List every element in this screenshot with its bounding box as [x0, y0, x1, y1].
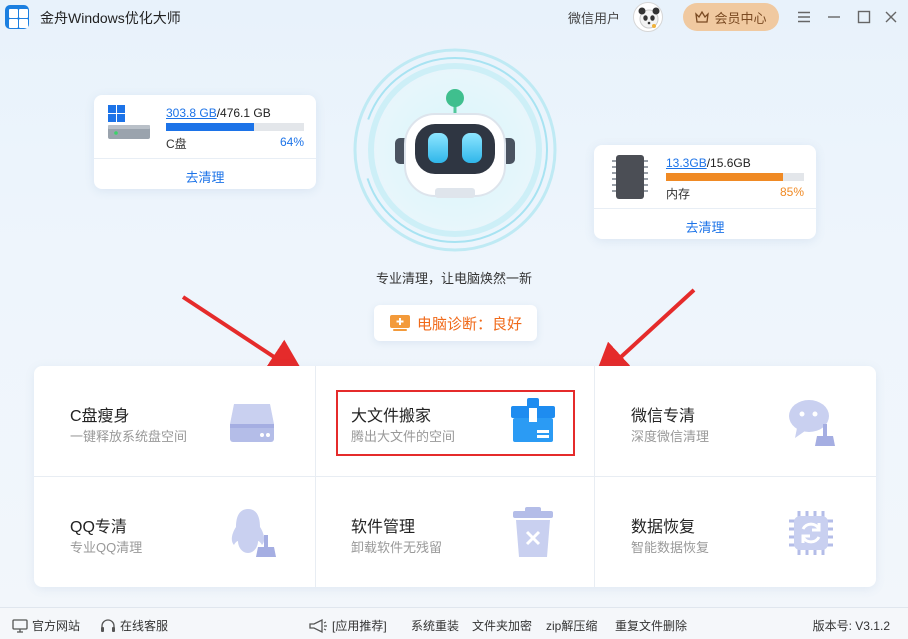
- tool-title: C盘瘦身: [70, 408, 130, 425]
- app-recommend-label: [应用推荐]: [332, 619, 387, 633]
- monitor-icon: [12, 618, 28, 633]
- footer-link-zip[interactable]: zip解压缩: [546, 617, 597, 634]
- tool-subtitle: 卸载软件无残留: [351, 540, 443, 555]
- online-service-label: 在线客服: [120, 619, 169, 633]
- tool-subtitle: 深度微信清理: [631, 429, 710, 444]
- online-service-link[interactable]: 在线客服: [100, 617, 168, 634]
- wechat-clean-icon: [789, 400, 835, 446]
- tool-subtitle: 专业QQ清理: [70, 540, 143, 555]
- disk-icon: [230, 404, 274, 442]
- tool-title: 大文件搬家: [351, 408, 432, 425]
- footer-link-duplicate[interactable]: 重复文件删除: [615, 617, 687, 634]
- tool-title: 软件管理: [351, 519, 416, 536]
- megaphone-icon: [309, 618, 327, 633]
- footer-link-folder-encrypt[interactable]: 文件夹加密: [472, 617, 532, 634]
- tool-title: 微信专清: [631, 408, 696, 425]
- tools-grid: C盘瘦身 一键释放系统盘空间 大文件搬家 腾出大文件的空间 微信专清 深度微信清…: [34, 366, 876, 587]
- tool-title: QQ专清: [70, 519, 127, 536]
- tool-large-file-move[interactable]: 大文件搬家 腾出大文件的空间: [315, 366, 595, 476]
- footer-bar: 官方网站 在线客服 [应用推荐] 系统重装 文件夹加密 zip解压缩 重复文件删…: [0, 607, 908, 639]
- version-text: 版本号: V3.1.2: [812, 619, 890, 633]
- red-arrow-right: [592, 288, 696, 384]
- app-recommend[interactable]: [应用推荐]: [308, 617, 387, 634]
- tool-subtitle: 腾出大文件的空间: [351, 429, 456, 444]
- footer-link-reinstall[interactable]: 系统重装: [411, 617, 459, 634]
- tool-subtitle: 一键释放系统盘空间: [70, 429, 188, 444]
- tool-subtitle: 智能数据恢复: [631, 540, 710, 555]
- tool-title: 数据恢复: [631, 519, 696, 536]
- tool-c-drive-slim[interactable]: C盘瘦身 一键释放系统盘空间: [34, 366, 314, 476]
- tool-wechat-clean[interactable]: 微信专清 深度微信清理: [595, 366, 875, 476]
- official-site-link[interactable]: 官方网站: [12, 617, 80, 634]
- tool-software-management[interactable]: 软件管理 卸载软件无残留: [315, 477, 595, 587]
- trash-icon: [513, 507, 553, 557]
- official-site-label: 官方网站: [32, 619, 81, 633]
- qq-clean-icon: [231, 509, 276, 557]
- tool-qq-clean[interactable]: QQ专清 专业QQ清理: [34, 477, 314, 587]
- data-recovery-icon: [789, 511, 833, 555]
- headset-icon: [101, 618, 115, 632]
- red-arrow-left: [181, 295, 307, 379]
- moving-box-icon: [511, 398, 555, 442]
- tool-data-recovery[interactable]: 数据恢复 智能数据恢复: [595, 477, 875, 587]
